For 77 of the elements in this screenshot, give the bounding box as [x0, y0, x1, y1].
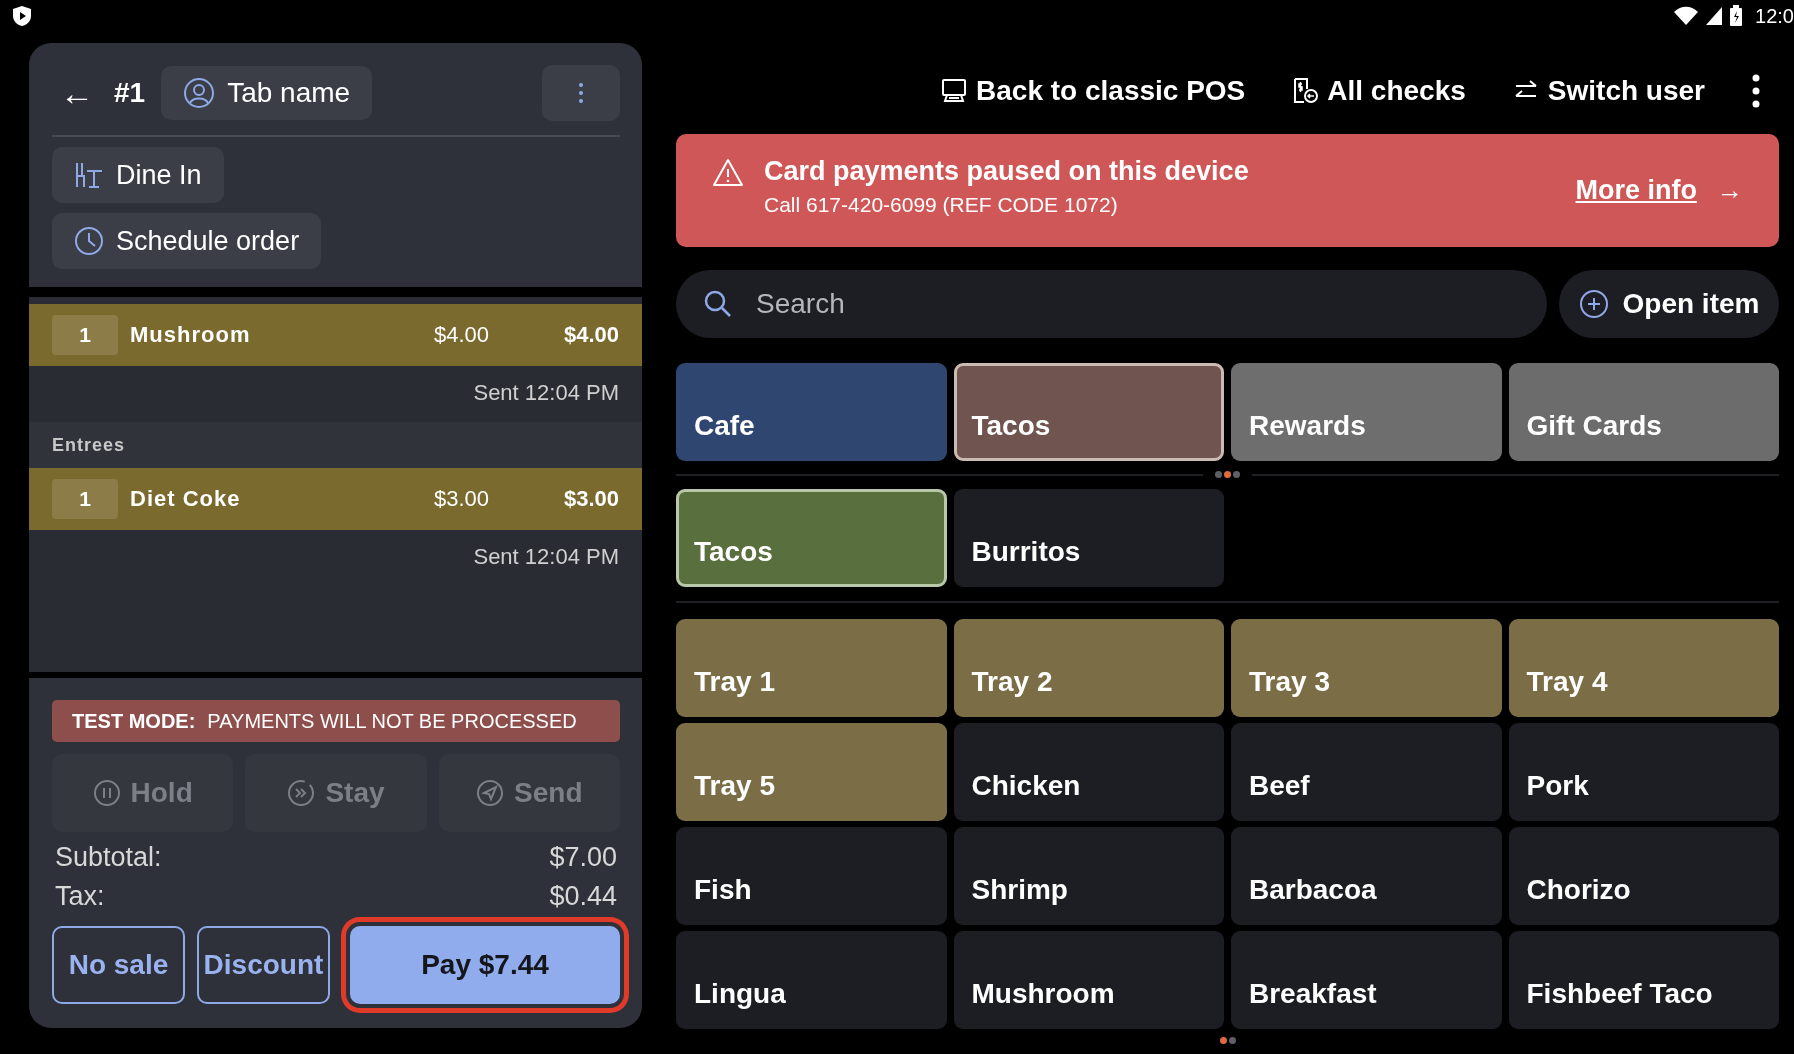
- warning-icon: [712, 158, 744, 188]
- kebab-icon: [578, 82, 584, 104]
- toolbar-button[interactable]: Switch user: [1511, 75, 1705, 107]
- schedule-order-button[interactable]: Schedule order: [52, 213, 322, 269]
- menu-tile[interactable]: Shrimp: [953, 827, 1224, 925]
- menu-tile[interactable]: Fish: [676, 827, 947, 925]
- menu-tile[interactable]: Tacos: [953, 363, 1224, 461]
- sent-time: Sent 12:04 PM: [473, 544, 619, 571]
- menu-tile[interactable]: Tacos: [676, 489, 947, 587]
- menu-tile[interactable]: Chicken: [953, 723, 1224, 821]
- tab-name-button[interactable]: Tab name: [161, 66, 373, 120]
- alert-title: Card payments paused on this device: [764, 156, 1250, 187]
- test-mode-message: PAYMENTS WILL NOT BE PROCESSED: [207, 709, 577, 733]
- action-button[interactable]: Discount: [197, 926, 330, 1004]
- open-item-button[interactable]: Open item: [1559, 270, 1779, 338]
- menu-tile[interactable]: Chorizo: [1508, 827, 1779, 925]
- item-price: $4.00: [432, 322, 489, 348]
- order-number: #1: [114, 77, 146, 109]
- wifi-icon: [1673, 6, 1700, 26]
- total-value: $0.44: [549, 881, 617, 912]
- dine-in-button[interactable]: Dine In: [52, 147, 224, 203]
- page-indicator: [1215, 469, 1240, 479]
- pause-icon: [92, 779, 121, 807]
- item-name: Mushroom: [130, 322, 252, 348]
- menu-tile[interactable]: Tray 2: [953, 619, 1224, 717]
- sent-time: Sent 12:04 PM: [473, 380, 619, 407]
- menu-tile[interactable]: Burritos: [953, 489, 1224, 587]
- menu-tile[interactable]: Mushroom: [953, 931, 1224, 1029]
- arrow-icon: →: [1717, 175, 1743, 206]
- receipt-icon: [1291, 77, 1320, 105]
- menu-tile[interactable]: Gift Cards: [1508, 363, 1779, 461]
- menu-tile[interactable]: Cafe: [676, 363, 947, 461]
- item-total: $4.00: [562, 322, 619, 348]
- person-icon: [183, 77, 216, 109]
- kebab-icon: [1751, 73, 1761, 109]
- menu-tile[interactable]: Tray 1: [676, 619, 947, 717]
- total-label: Subtotal:: [55, 842, 162, 873]
- back-button[interactable]: ←: [52, 76, 98, 110]
- double-chevron-icon: [287, 779, 316, 807]
- menu-tile[interactable]: Tray 4: [1508, 619, 1779, 717]
- quantity-badge: 1: [52, 315, 118, 355]
- table-chairs-icon: [74, 160, 104, 190]
- menu-tile[interactable]: Rewards: [1231, 363, 1502, 461]
- section-header: Entrees: [29, 422, 642, 468]
- menu-tile[interactable]: Lingua: [676, 931, 947, 1029]
- menu-tile[interactable]: Tray 3: [1231, 619, 1502, 717]
- total-value: $7.00: [549, 842, 617, 873]
- toolbar-button[interactable]: Back to classic POS: [940, 75, 1246, 107]
- total-label: Tax:: [55, 881, 105, 912]
- menu-tile[interactable]: Barbacoa: [1231, 827, 1502, 925]
- search-field[interactable]: Search: [676, 270, 1547, 338]
- shield-icon: [12, 5, 32, 27]
- clock-icon: [74, 226, 104, 256]
- search-icon: [704, 290, 732, 318]
- menu-tile[interactable]: Pork: [1508, 723, 1779, 821]
- monitor-icon: [940, 77, 969, 105]
- quantity-badge: 1: [52, 479, 118, 519]
- item-name: Diet Coke: [130, 486, 242, 512]
- signal-icon: [1705, 6, 1724, 26]
- toolbar-button[interactable]: All checks: [1291, 75, 1466, 107]
- item-price: $3.00: [432, 486, 489, 512]
- more-info-link[interactable]: More info: [1575, 175, 1697, 206]
- menu-tile[interactable]: Tray 5: [676, 723, 947, 821]
- item-total: $3.00: [562, 486, 619, 512]
- page-indicator: [1219, 1035, 1236, 1045]
- menu-tile[interactable]: Fishbeef Taco: [1508, 931, 1779, 1029]
- overflow-menu-button[interactable]: [1751, 73, 1761, 109]
- battery-icon: [1729, 5, 1744, 27]
- menu-tile[interactable]: Breakfast: [1231, 931, 1502, 1029]
- test-mode-label: TEST MODE:: [72, 709, 196, 733]
- action-button[interactable]: No sale: [52, 926, 185, 1004]
- status-time: 12:0: [1755, 4, 1794, 28]
- paper-plane-icon: [476, 779, 505, 807]
- search-input[interactable]: Search: [754, 287, 1519, 321]
- plus-circle-icon: [1578, 289, 1609, 319]
- menu-tile[interactable]: Beef: [1231, 723, 1502, 821]
- alert-detail: Call 617-420-6099 (REF CODE 1072): [764, 193, 1119, 217]
